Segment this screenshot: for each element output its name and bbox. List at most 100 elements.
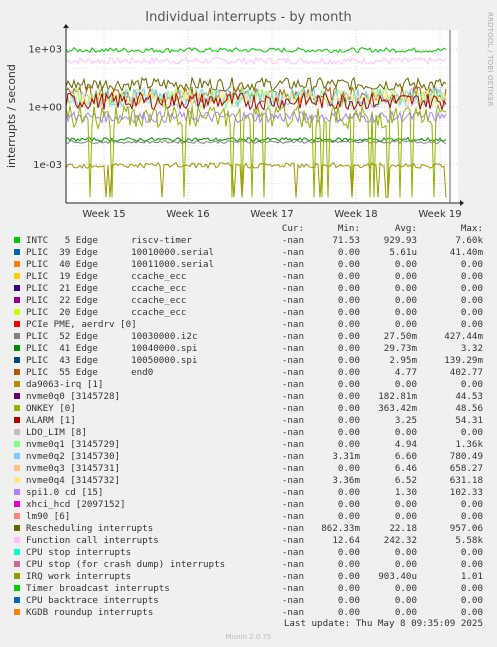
legend-row: CPU stop interrupts -nan 0.00 0.00 0.00 bbox=[0, 547, 497, 559]
legend-avg: 3.25 bbox=[394, 415, 417, 426]
legend-avg: 4.77 bbox=[394, 367, 417, 378]
legend-min: 0.00 bbox=[337, 487, 360, 498]
legend-swatch bbox=[14, 597, 20, 603]
legend-avg: 6.60 bbox=[394, 451, 417, 462]
legend-cur: -nan bbox=[281, 247, 304, 258]
legend-min: 0.00 bbox=[337, 463, 360, 474]
legend-min: 12.64 bbox=[332, 535, 360, 546]
legend-min: 0.00 bbox=[337, 331, 360, 342]
legend-max: 1.01 bbox=[460, 571, 483, 582]
legend-min: 0.00 bbox=[337, 595, 360, 606]
legend-avg: 0.00 bbox=[394, 295, 417, 306]
legend-swatch bbox=[14, 549, 20, 555]
legend-min: 0.00 bbox=[337, 547, 360, 558]
legend-cur: -nan bbox=[281, 571, 304, 582]
legend-max: 0.00 bbox=[460, 283, 483, 294]
legend-row: nvme0q2 [3145730] -nan 3.31m 6.60 780.49 bbox=[0, 451, 497, 463]
legend-min: 0.00 bbox=[337, 343, 360, 354]
legend-avg: 0.00 bbox=[394, 319, 417, 330]
legend-header-min: Min: bbox=[337, 223, 360, 234]
legend-row: PLIC 21 Edge ccache_ecc -nan 0.00 0.00 0.00 bbox=[0, 283, 497, 295]
last-update: Last update: Thu May 8 09:35:09 2025 bbox=[283, 618, 483, 629]
legend-label: PLIC 39 Edge 10010000.serial bbox=[26, 247, 215, 258]
legend-cur: -nan bbox=[281, 355, 304, 366]
legend-row: CPU backtrace interrupts -nan 0.00 0.00 0.00 bbox=[0, 595, 497, 607]
legend-swatch bbox=[14, 609, 20, 615]
legend-max: 0.00 bbox=[460, 259, 483, 270]
legend-swatch bbox=[14, 417, 20, 423]
legend-avg: 0.00 bbox=[394, 583, 417, 594]
legend-label: CPU backtrace interrupts bbox=[26, 595, 159, 606]
legend-cur: -nan bbox=[281, 379, 304, 390]
legend-min: 0.00 bbox=[337, 379, 360, 390]
legend-label: da9063-irq [1] bbox=[26, 379, 104, 390]
legend-cur: -nan bbox=[281, 415, 304, 426]
y-tick-label: 1e+03 bbox=[28, 45, 62, 56]
legend-row: PLIC 19 Edge ccache_ecc -nan 0.00 0.00 0.00 bbox=[0, 271, 497, 283]
legend-avg: 1.30 bbox=[394, 487, 417, 498]
legend-max: 7.60k bbox=[455, 235, 483, 246]
legend-avg: 0.00 bbox=[394, 499, 417, 510]
legend-avg: 929.93 bbox=[383, 235, 417, 246]
legend-row: PLIC 39 Edge 10010000.serial -nan 0.00 5.61… bbox=[0, 247, 497, 259]
legend-min: 0.00 bbox=[337, 499, 360, 510]
legend-max: 54.31 bbox=[455, 415, 483, 426]
legend-swatch bbox=[14, 357, 20, 363]
legend-cur: -nan bbox=[281, 559, 304, 570]
legend-swatch bbox=[14, 381, 20, 387]
legend-label: PLIC 55 Edge end0 bbox=[26, 367, 154, 378]
legend-swatch bbox=[14, 465, 20, 471]
legend-swatch bbox=[14, 297, 20, 303]
legend-max: 0.00 bbox=[460, 511, 483, 522]
legend-row: nvme0q4 [3145732] -nan 3.36m 6.52 631.18 bbox=[0, 475, 497, 487]
legend-row: spi1.0 cd [15] -nan 0.00 1.30 102.33 bbox=[0, 487, 497, 499]
legend-swatch bbox=[14, 561, 20, 567]
legend-max: 658.27 bbox=[449, 463, 483, 474]
legend-row: lm90 [6] -nan 0.00 0.00 0.00 bbox=[0, 511, 497, 523]
legend-avg: 5.61u bbox=[389, 247, 417, 258]
x-tick-label: Week 17 bbox=[250, 209, 293, 220]
legend-label: nvme0q1 [3145729] bbox=[26, 439, 121, 450]
legend-label: PLIC 20 Edge ccache_ecc bbox=[26, 307, 187, 318]
legend-cur: -nan bbox=[281, 427, 304, 438]
legend-swatch bbox=[14, 333, 20, 339]
legend-min: 0.00 bbox=[337, 403, 360, 414]
legend-cur: -nan bbox=[281, 523, 304, 534]
legend-cur: -nan bbox=[281, 271, 304, 282]
legend-row: PLIC 55 Edge end0 -nan 0.00 4.77 402.77 bbox=[0, 367, 497, 379]
x-tick-label: Week 18 bbox=[334, 209, 377, 220]
legend-swatch bbox=[14, 369, 20, 375]
legend-max: 631.18 bbox=[449, 475, 483, 486]
legend-cur: -nan bbox=[281, 319, 304, 330]
legend-row: LDO_LIM [8] -nan 0.00 0.00 0.00 bbox=[0, 427, 497, 439]
legend-cur: -nan bbox=[281, 475, 304, 486]
legend-avg: 0.00 bbox=[394, 307, 417, 318]
legend-min: 0.00 bbox=[337, 247, 360, 258]
legend-max: 0.00 bbox=[460, 559, 483, 570]
legend-label: Rescheduling interrupts bbox=[26, 523, 154, 534]
legend-swatch bbox=[14, 513, 20, 519]
legend-avg: 29.73m bbox=[383, 343, 417, 354]
legend-cur: -nan bbox=[281, 403, 304, 414]
legend-swatch bbox=[14, 477, 20, 483]
legend-row: nvme0q1 [3145729] -nan 0.00 4.94 1.36k bbox=[0, 439, 497, 451]
legend-row: PLIC 20 Edge ccache_ecc -nan 0.00 0.00 0.00 bbox=[0, 307, 497, 319]
legend-swatch bbox=[14, 489, 20, 495]
legend-cur: -nan bbox=[281, 259, 304, 270]
legend-cur: -nan bbox=[281, 463, 304, 474]
legend-cur: -nan bbox=[281, 451, 304, 462]
legend-avg: 2.95m bbox=[389, 355, 417, 366]
legend-max: 48.56 bbox=[455, 403, 483, 414]
legend-row: ALARM [1] -nan 0.00 3.25 54.31 bbox=[0, 415, 497, 427]
legend-cur: -nan bbox=[281, 391, 304, 402]
legend-swatch bbox=[14, 441, 20, 447]
legend-avg: 6.52 bbox=[394, 475, 417, 486]
legend-cur: -nan bbox=[281, 511, 304, 522]
legend-min: 0.00 bbox=[337, 259, 360, 270]
legend-row: Function call interrupts -nan 12.64 242.32 5… bbox=[0, 535, 497, 547]
legend-swatch bbox=[14, 285, 20, 291]
legend-swatch bbox=[14, 273, 20, 279]
legend-avg: 903.40u bbox=[378, 571, 417, 582]
legend-max: 957.06 bbox=[449, 523, 483, 534]
legend-max: 402.77 bbox=[449, 367, 483, 378]
